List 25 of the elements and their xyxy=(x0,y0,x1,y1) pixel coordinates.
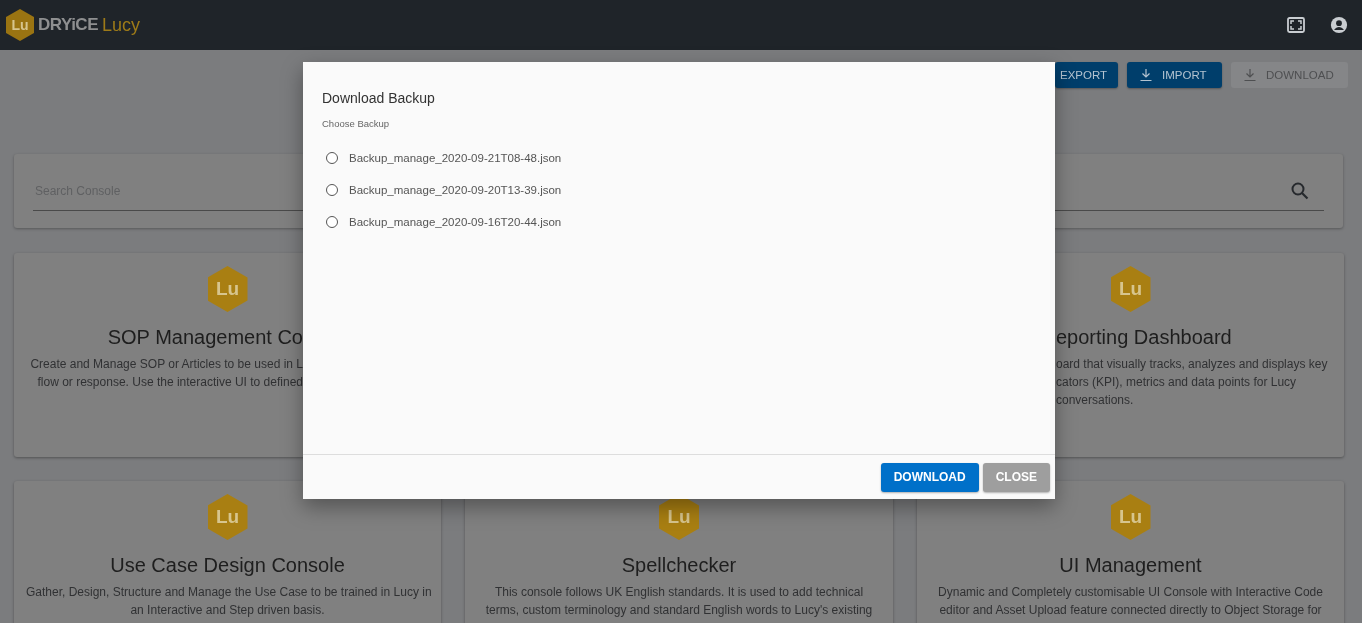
card-description: conversations. xyxy=(1056,392,1135,409)
card-title: Use Case Design Console xyxy=(109,553,346,578)
card-description: editor and Asset Upload feature connected directly to Object Storage for xyxy=(938,602,1323,619)
card-description: Gather, Design, Structure and Manage the Use Case to be trained in Lucy in xyxy=(26,584,429,601)
card-description: terms, custom terminology and standard English words to Lucy's existing xyxy=(484,602,874,619)
logo-badge: Lu xyxy=(1110,266,1151,312)
card-title: SOP Management Co xyxy=(106,325,303,350)
card-description: cators (KPI), metrics and data points for Lucy xyxy=(1056,374,1298,391)
logo-badge: Lu xyxy=(6,9,34,41)
card-description: an Interactive and Step driven basis. xyxy=(129,602,326,619)
card-description: oard that visually tracks, analyzes and displays key xyxy=(1056,356,1329,373)
field-label: Choose Backup xyxy=(322,118,391,129)
card-title: eporting Dashboard xyxy=(1056,325,1233,350)
card-description: Create and Manage SOP or Articles to be used in L xyxy=(29,356,303,373)
brand-name: DRYiCE xyxy=(38,15,98,35)
logo-badge: Lu xyxy=(207,494,248,540)
card-title: Spellchecker xyxy=(620,553,738,578)
card-title: UI Management xyxy=(1058,553,1203,578)
card-description: This console follows UK English standards. It is used to add technical xyxy=(493,584,865,601)
card-description: Dynamic and Completely customisable UI Console with Interactive Code xyxy=(937,584,1324,601)
product-name: Lucy xyxy=(102,14,140,36)
logo-badge: Lu xyxy=(1110,494,1151,540)
logo-badge: Lu xyxy=(207,266,248,312)
dialog-title: Download Backup xyxy=(322,90,436,106)
card-description: flow or response. Use the interactive UI to defined xyxy=(36,374,303,391)
